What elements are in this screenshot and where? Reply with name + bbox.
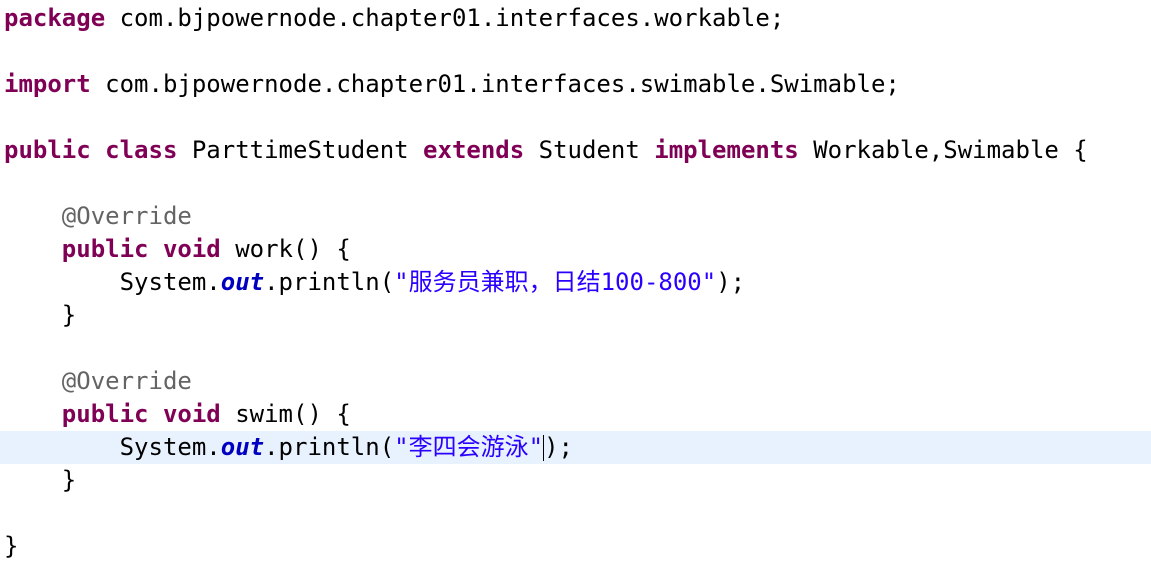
static-field-token: out xyxy=(220,433,265,461)
code-line[interactable]: @Override xyxy=(0,365,1151,398)
keyword-token: public xyxy=(61,235,149,263)
code-text-token: System. xyxy=(4,268,221,296)
code-line[interactable] xyxy=(0,332,1151,365)
code-text-token: } xyxy=(4,301,77,329)
code-line[interactable]: import com.bjpowernode.chapter01.interfa… xyxy=(0,68,1151,101)
annotation-token: @Override xyxy=(61,367,192,395)
static-field-token: out xyxy=(220,268,265,296)
string-literal-token: "李四会游泳" xyxy=(394,433,544,461)
code-text-token: ); xyxy=(544,433,573,461)
code-line[interactable]: public void work() { xyxy=(0,233,1151,266)
code-text-token: .println( xyxy=(264,433,395,461)
code-text-token: System. xyxy=(4,433,221,461)
code-line[interactable] xyxy=(0,497,1151,530)
keyword-token: void xyxy=(162,235,221,263)
code-text-token: swim() { xyxy=(220,400,351,428)
keyword-token: package xyxy=(4,4,106,32)
code-line[interactable]: } xyxy=(0,299,1151,332)
code-text-token: com.bjpowernode.chapter01.interfaces.swi… xyxy=(90,70,900,98)
code-editor[interactable]: package com.bjpowernode.chapter01.interf… xyxy=(0,0,1151,571)
keyword-token: public xyxy=(4,136,91,164)
code-text-token: .println( xyxy=(264,268,395,296)
code-text-token: com.bjpowernode.chapter01.interfaces.wor… xyxy=(105,4,785,32)
code-line[interactable] xyxy=(0,167,1151,200)
code-text-token: } xyxy=(4,532,19,560)
code-line[interactable]: System.out.println("服务员兼职，日结100-800"); xyxy=(0,266,1151,299)
keyword-token: extends xyxy=(423,136,525,164)
keyword-token: implements xyxy=(654,136,799,164)
code-line[interactable]: @Override xyxy=(0,200,1151,233)
code-text-token: Workable,Swimable { xyxy=(798,136,1088,164)
code-text-token: } xyxy=(4,466,77,494)
annotation-token: @Override xyxy=(61,202,192,230)
keyword-token: public xyxy=(61,400,149,428)
code-text-token: ParttimeStudent xyxy=(177,136,424,164)
code-line[interactable]: } xyxy=(0,530,1151,563)
keyword-token: import xyxy=(4,70,91,98)
code-text-token: ); xyxy=(716,268,746,296)
code-line[interactable]: public class ParttimeStudent extends Stu… xyxy=(0,134,1151,167)
code-line[interactable]: } xyxy=(0,464,1151,497)
string-literal-token: "服务员兼职，日结100-800" xyxy=(394,268,717,296)
code-line[interactable]: public void swim() { xyxy=(0,398,1151,431)
keyword-token: class xyxy=(105,136,178,164)
code-text-token: work() { xyxy=(220,235,351,263)
code-line[interactable]: package com.bjpowernode.chapter01.interf… xyxy=(0,2,1151,35)
current-code-line[interactable]: System.out.println("李四会游泳"); xyxy=(0,431,1151,464)
code-line[interactable] xyxy=(0,101,1151,134)
code-line[interactable] xyxy=(0,35,1151,68)
code-text-token: Student xyxy=(524,136,655,164)
keyword-token: void xyxy=(162,400,221,428)
